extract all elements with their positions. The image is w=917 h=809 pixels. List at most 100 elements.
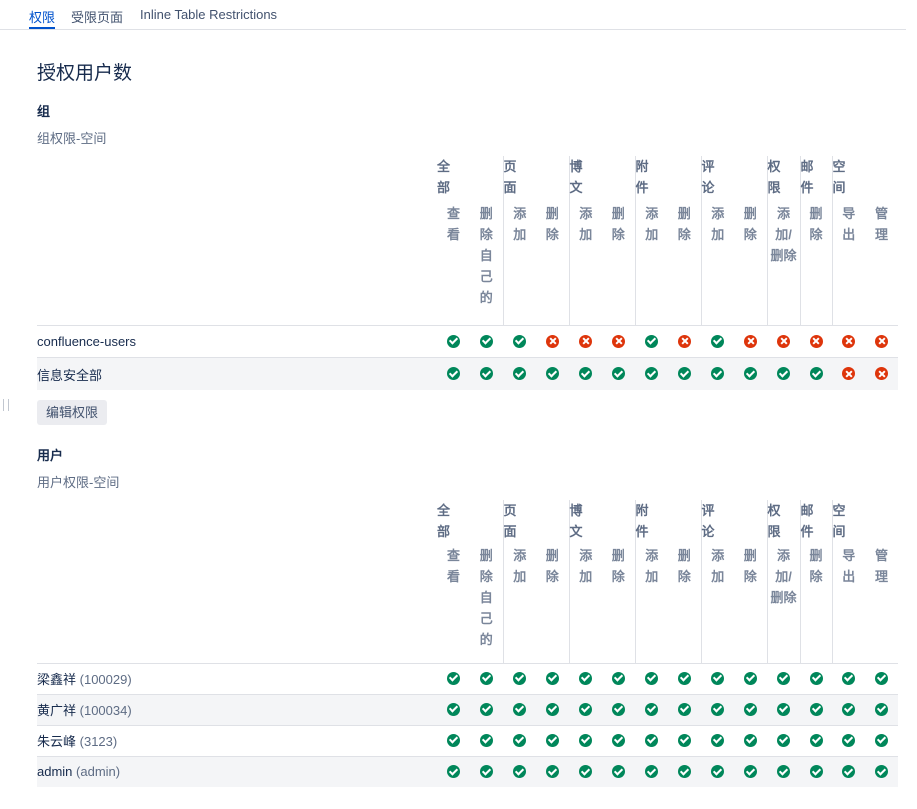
edit-permissions-button[interactable]: 编辑权限: [37, 400, 108, 425]
header-op-label: 添加: [502, 202, 536, 326]
permission-cell: [635, 357, 668, 390]
permission-cell: [800, 325, 832, 358]
check-circle-icon: [711, 671, 724, 685]
header-group-label: 页面: [502, 500, 569, 545]
cross-circle-icon: [579, 334, 592, 348]
cross-circle-icon: [875, 367, 888, 381]
header-group-label: 权限: [766, 500, 800, 545]
check-circle-icon: [777, 702, 790, 716]
check-circle-icon: [711, 334, 724, 348]
permission-cell: [470, 755, 503, 787]
check-circle-icon: [711, 367, 724, 381]
permission-cell: [635, 662, 668, 694]
permission-cell: [602, 662, 635, 694]
header-op-text: 删除: [545, 205, 559, 242]
permission-cell: [832, 357, 865, 390]
permission-cell: [470, 693, 503, 725]
header-op-label: 添加/删除: [766, 545, 800, 663]
principal-name-cell: 梁鑫祥 (100029): [37, 662, 437, 694]
table-row: 信息安全部: [37, 357, 898, 390]
header-op-label: 添加: [568, 545, 602, 663]
tab-inline-table-restrictions[interactable]: Inline Table Restrictions: [140, 7, 277, 22]
header-op-label: 删除: [734, 203, 767, 326]
header-op-label: 删除: [536, 545, 569, 663]
header-op-text: 添加: [513, 205, 527, 242]
check-circle-icon: [480, 702, 493, 716]
header-op-label: 删除: [799, 202, 832, 326]
permission-cell: [800, 693, 832, 725]
header-op-label: 导出: [831, 545, 865, 663]
check-circle-icon: [645, 702, 658, 716]
header-group-label: 邮件: [799, 500, 832, 545]
permission-cell: [569, 693, 602, 725]
permission-cell: [734, 325, 767, 358]
permission-cell: [503, 693, 536, 725]
tab-restricted-pages[interactable]: 受限页面: [71, 7, 123, 26]
permission-cell: [569, 325, 602, 358]
header-op-label: 查看: [437, 545, 470, 663]
principal-name: confluence-users: [37, 334, 136, 350]
check-circle-icon: [645, 671, 658, 685]
principal-name: 信息安全部: [37, 367, 103, 383]
header-op-text: 删除: [743, 548, 757, 584]
check-circle-icon: [513, 733, 526, 747]
check-circle-icon: [711, 765, 724, 779]
header-group-row: 全部 页面 博文 附件 评论 权限 邮件 空间: [37, 500, 898, 545]
header-op-label: 删除自己的: [470, 545, 503, 663]
header-op-text: 删除: [677, 548, 691, 584]
header-spacer: [37, 500, 437, 663]
check-circle-icon: [447, 733, 460, 747]
permission-cell: [701, 325, 734, 358]
principal-id: (admin): [76, 764, 121, 780]
header-op-label: 删除: [602, 545, 635, 663]
permission-cell: [602, 755, 635, 787]
principal-name-cell: 黄广祥 (100034): [37, 693, 437, 725]
permission-cell: [668, 755, 701, 787]
check-circle-icon: [447, 671, 460, 685]
header-spacer: [37, 156, 437, 326]
permission-cell: [635, 693, 668, 725]
permission-cell: [503, 325, 536, 358]
check-circle-icon: [875, 671, 888, 685]
principal-name-cell: 朱云峰 (3123): [37, 724, 437, 756]
check-circle-icon: [842, 733, 855, 747]
check-circle-icon: [678, 702, 691, 716]
permission-cell: [767, 693, 800, 725]
header-group-label: 全部: [437, 500, 503, 545]
permission-cell: [470, 357, 503, 390]
header-op-label: 添加: [568, 202, 602, 326]
header-op-text: 添加/删除: [770, 548, 797, 605]
header-op-label: 删除: [536, 203, 569, 326]
header-group-text: 邮件: [800, 503, 814, 539]
check-circle-icon: [842, 765, 855, 779]
principal-name-cell: confluence-users: [37, 325, 437, 358]
permission-cell: [865, 357, 898, 390]
header-op-label: 删除: [799, 545, 832, 663]
permission-cell: [536, 755, 569, 787]
check-circle-icon: [645, 334, 658, 348]
header-group-text: 评论: [701, 503, 715, 539]
header-op-label: 查看: [437, 203, 470, 326]
header-op-text: 添加: [711, 205, 725, 242]
permission-cell: [734, 693, 767, 725]
header-group-label: 空间: [831, 500, 898, 545]
header-group-text: 权限: [767, 503, 781, 539]
header-group-text: 空间: [832, 159, 846, 195]
header-op-label: 导出: [831, 202, 865, 326]
cross-circle-icon: [875, 334, 888, 348]
header-group-row: 全部 页面 博文 附件 评论 权限 邮件 空间: [37, 156, 898, 203]
header-op-text: 添加: [645, 548, 659, 584]
resize-handle[interactable]: [3, 399, 9, 411]
check-circle-icon: [744, 702, 757, 716]
header-group-label: 博文: [568, 156, 635, 203]
check-circle-icon: [645, 733, 658, 747]
check-circle-icon: [579, 367, 592, 381]
users-section-title: 用户: [37, 448, 64, 463]
tab-permissions[interactable]: 权限: [29, 7, 56, 29]
permission-cell: [437, 693, 470, 725]
permission-cell: [832, 325, 865, 358]
check-circle-icon: [612, 702, 625, 716]
permission-cell: [569, 724, 602, 756]
permission-cell: [536, 693, 569, 725]
permission-cell: [602, 724, 635, 756]
